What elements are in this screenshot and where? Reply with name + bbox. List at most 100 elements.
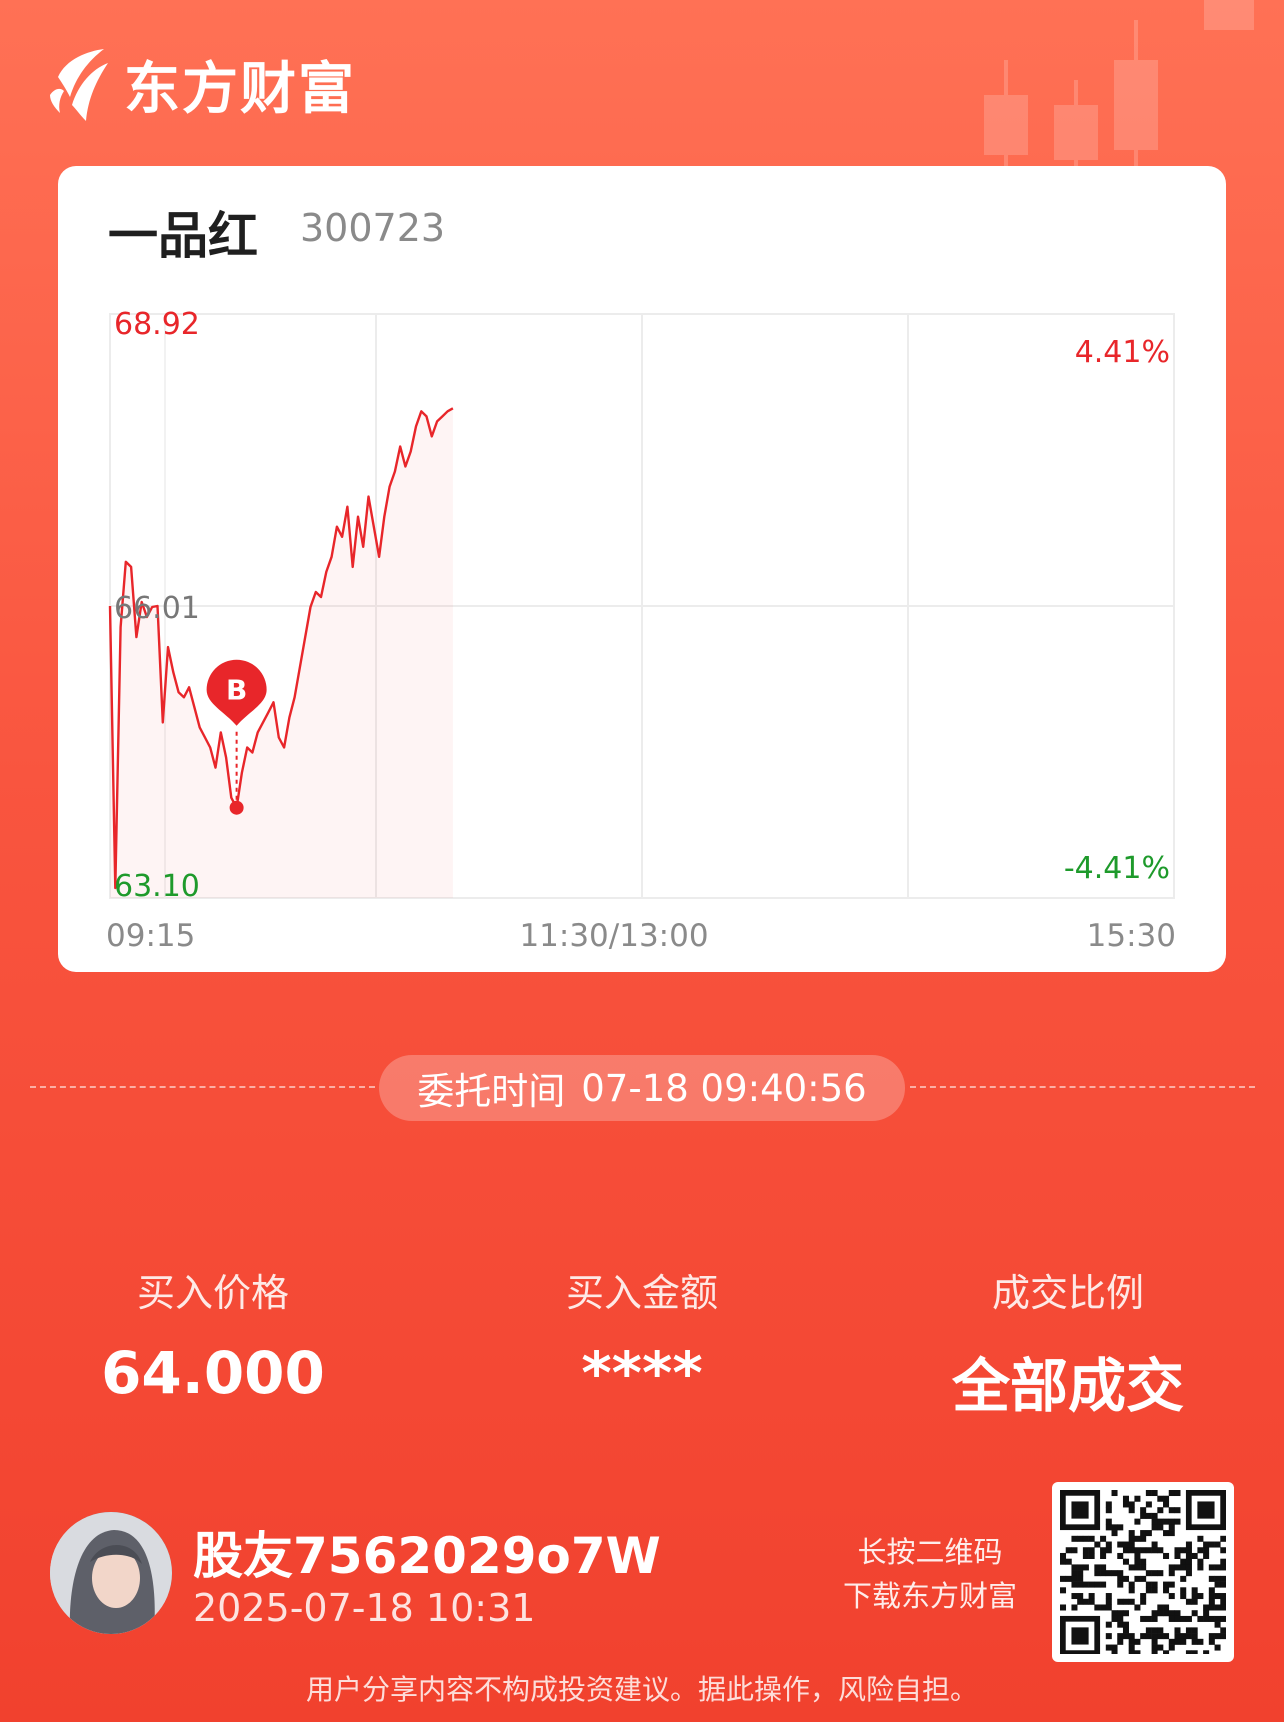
qr-module xyxy=(1185,1570,1192,1577)
qr-module xyxy=(1100,1552,1107,1559)
qr-module xyxy=(1088,1552,1095,1559)
qr-module xyxy=(1111,1644,1118,1651)
qr-module xyxy=(1145,1501,1152,1508)
qr-module xyxy=(1185,1598,1192,1605)
qr-module xyxy=(1145,1615,1152,1622)
qr-module xyxy=(1180,1564,1187,1571)
qr-module xyxy=(1128,1581,1135,1588)
qr-module xyxy=(1122,1598,1129,1605)
qr-module xyxy=(1140,1535,1147,1542)
qr-module xyxy=(1105,1598,1112,1605)
y-bottom-label: 63.10 xyxy=(114,869,200,904)
divider-right xyxy=(910,1086,1255,1088)
qr-module xyxy=(1077,1535,1084,1542)
qr-module xyxy=(1157,1644,1164,1651)
qr-module xyxy=(1185,1627,1192,1634)
qr-module xyxy=(1065,1558,1072,1565)
eastmoney-logo-icon xyxy=(50,48,108,121)
qr-module xyxy=(1191,1650,1198,1657)
stat-fill-ratio: 成交比例 全部成交 xyxy=(918,1262,1218,1423)
stat-buy-price: 买入价格 64.000 xyxy=(63,1262,363,1407)
divider-left xyxy=(30,1086,375,1088)
qr-module xyxy=(1122,1495,1129,1502)
qr-module xyxy=(1163,1633,1170,1640)
stat-label: 买入价格 xyxy=(136,1271,289,1315)
qr-module xyxy=(1157,1610,1164,1617)
qr-module xyxy=(1174,1547,1181,1554)
qr-module xyxy=(1151,1547,1158,1554)
stat-label: 成交比例 xyxy=(991,1271,1144,1315)
qr-module xyxy=(1220,1593,1227,1600)
qr-module xyxy=(1208,1633,1215,1640)
qr-module xyxy=(1163,1604,1170,1611)
brand-name: 东方财富 xyxy=(124,57,356,122)
intraday-chart: B 68.92 66.01 63.10 4.41% -4.41% 09:15 1… xyxy=(106,307,1176,954)
qr-module xyxy=(1220,1564,1227,1571)
qr-module xyxy=(1140,1507,1147,1514)
qr-module xyxy=(1163,1518,1170,1525)
qr-module xyxy=(1117,1621,1124,1628)
qr-module xyxy=(1157,1518,1164,1525)
qr-module xyxy=(1077,1581,1084,1588)
qr-module xyxy=(1157,1507,1164,1514)
qr-module xyxy=(1220,1604,1227,1611)
qr-code[interactable] xyxy=(1052,1482,1234,1662)
qr-module xyxy=(1117,1575,1124,1582)
qr-module xyxy=(1151,1638,1158,1645)
qr-module xyxy=(1111,1615,1118,1622)
qr-module xyxy=(1157,1627,1164,1634)
qr-module xyxy=(1174,1507,1181,1514)
qr-module xyxy=(1094,1604,1101,1611)
x-label-open: 09:15 xyxy=(106,918,195,954)
stat-value: 64.000 xyxy=(101,1339,325,1407)
qr-module xyxy=(1151,1570,1158,1577)
qr-module xyxy=(1168,1610,1175,1617)
qr-module xyxy=(1077,1564,1084,1571)
qr-module xyxy=(1111,1650,1118,1657)
qr-module xyxy=(1122,1627,1129,1634)
qr-module xyxy=(1208,1575,1215,1582)
qr-module xyxy=(1208,1598,1215,1605)
qr-module xyxy=(1122,1621,1129,1628)
qr-module xyxy=(1111,1524,1118,1531)
qr-module xyxy=(1197,1535,1204,1542)
qr-module xyxy=(1151,1490,1158,1497)
qr-module xyxy=(1214,1581,1221,1588)
qr-module xyxy=(1174,1564,1181,1571)
qr-module xyxy=(1220,1558,1227,1565)
qr-module xyxy=(1140,1512,1147,1519)
qr-module xyxy=(1122,1547,1129,1554)
brand-logo: 东方财富 xyxy=(48,44,356,125)
qr-module xyxy=(1100,1570,1107,1577)
qr-module xyxy=(1203,1604,1210,1611)
qr-module xyxy=(1168,1564,1175,1571)
qr-module xyxy=(1140,1547,1147,1554)
qr-module xyxy=(1174,1610,1181,1617)
qr-module xyxy=(1214,1615,1221,1622)
qr-module xyxy=(1065,1575,1072,1582)
disclaimer: 用户分享内容不构成投资建议。据此操作，风险自担。 xyxy=(305,1673,978,1706)
qr-module xyxy=(1203,1610,1210,1617)
qr-module xyxy=(1088,1547,1095,1554)
qr-module xyxy=(1191,1552,1198,1559)
qr-module xyxy=(1094,1541,1101,1548)
qr-module xyxy=(1082,1547,1089,1554)
qr-module xyxy=(1140,1575,1147,1582)
qr-module xyxy=(1140,1633,1147,1640)
qr-module xyxy=(1100,1604,1107,1611)
qr-module xyxy=(1208,1541,1215,1548)
qr-module xyxy=(1117,1581,1124,1588)
qr-module xyxy=(1151,1581,1158,1588)
qr-module xyxy=(1134,1650,1141,1657)
avatar[interactable] xyxy=(50,1512,172,1634)
qr-module xyxy=(1145,1587,1152,1594)
qr-module xyxy=(1140,1615,1147,1622)
qr-module xyxy=(1082,1598,1089,1605)
qr-module xyxy=(1105,1507,1112,1514)
qr-module xyxy=(1174,1490,1181,1497)
qr-module xyxy=(1134,1495,1141,1502)
qr-module xyxy=(1208,1638,1215,1645)
qr-module xyxy=(1168,1638,1175,1645)
qr-module xyxy=(1094,1564,1101,1571)
buy-marker-label: B xyxy=(226,674,247,707)
